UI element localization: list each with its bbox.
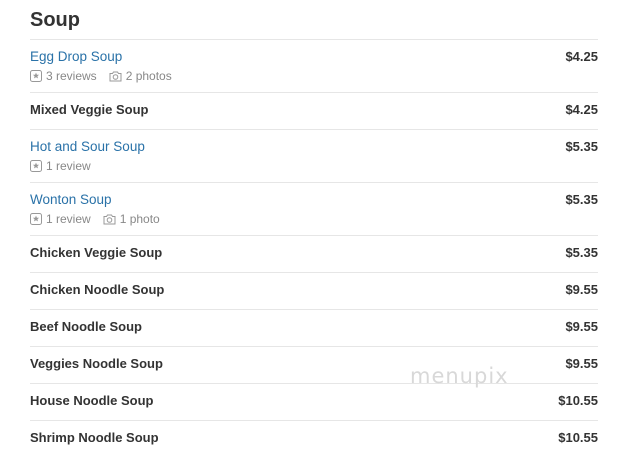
item-price: $10.55 xyxy=(558,430,598,445)
item-price: $9.55 xyxy=(565,356,598,371)
camera-icon xyxy=(109,71,122,82)
item-name-link[interactable]: Egg Drop Soup xyxy=(30,49,122,65)
item-price: $9.55 xyxy=(565,319,598,334)
item-name: Shrimp Noodle Soup xyxy=(30,430,159,445)
menu-list: Egg Drop Soup $4.25 3 reviews 2 photos M… xyxy=(30,40,598,458)
item-price: $4.25 xyxy=(565,102,598,117)
item-name: House Noodle Soup xyxy=(30,393,154,408)
reviews-count: 1 review xyxy=(46,159,91,173)
item-name: Chicken Noodle Soup xyxy=(30,282,165,297)
star-box-icon xyxy=(30,160,42,172)
item-name: Beef Noodle Soup xyxy=(30,319,142,334)
item-price: $5.35 xyxy=(565,245,598,260)
menu-item: Hot and Sour Soup $5.35 1 review xyxy=(30,130,598,183)
item-meta: 1 review xyxy=(30,159,103,173)
photos-count: 1 photo xyxy=(119,212,160,226)
star-box-icon xyxy=(30,70,42,82)
photos-link[interactable]: 2 photos xyxy=(109,69,172,83)
menu-item: Veggies Noodle Soup $9.55 xyxy=(30,347,598,384)
menu-item: Chicken Noodle Soup $9.55 xyxy=(30,273,598,310)
reviews-count: 3 reviews xyxy=(46,69,97,83)
item-meta: 3 reviews 2 photos xyxy=(30,69,184,83)
photos-count: 2 photos xyxy=(125,69,172,83)
section-title: Soup xyxy=(30,0,598,40)
item-name: Chicken Veggie Soup xyxy=(30,245,163,260)
item-price: $9.55 xyxy=(565,282,598,297)
menu-item: Shrimp Noodle Soup $10.55 xyxy=(30,421,598,458)
menu-item: Chicken Veggie Soup $5.35 xyxy=(30,236,598,273)
item-name: Mixed Veggie Soup xyxy=(30,102,149,117)
item-name: Veggies Noodle Soup xyxy=(30,356,163,371)
reviews-link[interactable]: 3 reviews xyxy=(30,69,97,83)
item-name-link[interactable]: Wonton Soup xyxy=(30,192,112,208)
reviews-link[interactable]: 1 review xyxy=(30,159,91,173)
menu-item: Wonton Soup $5.35 1 review 1 photo xyxy=(30,183,598,236)
menu-item: Beef Noodle Soup $9.55 xyxy=(30,310,598,347)
item-price: $5.35 xyxy=(565,139,598,154)
item-price: $4.25 xyxy=(565,49,598,64)
item-price: $5.35 xyxy=(565,192,598,207)
soup-section: Soup Egg Drop Soup $4.25 3 reviews 2 pho… xyxy=(30,0,598,458)
menu-item: Egg Drop Soup $4.25 3 reviews 2 photos xyxy=(30,40,598,93)
reviews-link[interactable]: 1 review xyxy=(30,212,91,226)
star-box-icon xyxy=(30,213,42,225)
photos-link[interactable]: 1 photo xyxy=(103,212,160,226)
item-meta: 1 review 1 photo xyxy=(30,212,172,226)
item-name-link[interactable]: Hot and Sour Soup xyxy=(30,139,145,155)
menu-item: House Noodle Soup $10.55 xyxy=(30,384,598,421)
reviews-count: 1 review xyxy=(46,212,91,226)
camera-icon xyxy=(103,214,116,225)
menu-item: Mixed Veggie Soup $4.25 xyxy=(30,93,598,130)
item-price: $10.55 xyxy=(558,393,598,408)
